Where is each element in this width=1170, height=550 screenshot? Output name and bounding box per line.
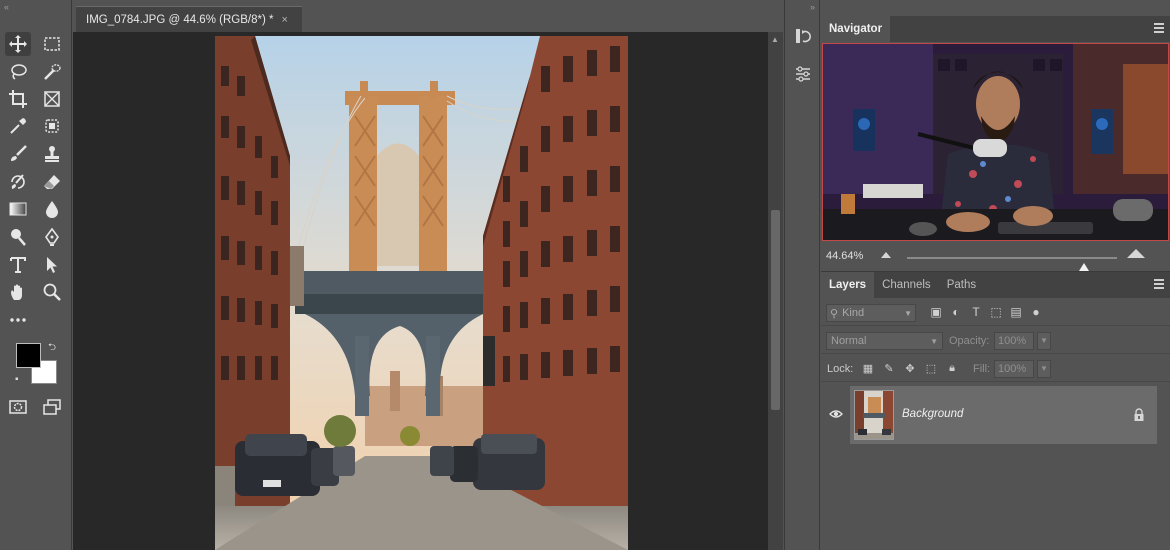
- dodge-icon[interactable]: [5, 225, 31, 249]
- marquee-icon[interactable]: [39, 32, 65, 56]
- more-tools-icon[interactable]: [5, 308, 31, 332]
- layer-row-background[interactable]: Background: [821, 385, 1170, 445]
- layers-tab-bar: Layers Channels Paths: [821, 272, 1170, 298]
- type-icon[interactable]: [5, 253, 31, 277]
- default-colors-icon[interactable]: ▪: [15, 374, 19, 385]
- tab-layers[interactable]: Layers: [821, 272, 875, 298]
- close-document-icon[interactable]: ×: [281, 14, 287, 26]
- tab-paths[interactable]: Paths: [939, 272, 984, 298]
- shape-filter-icon[interactable]: ⬚: [989, 305, 1003, 319]
- eyedropper-icon[interactable]: [5, 114, 31, 138]
- opacity-field[interactable]: 100%: [994, 332, 1034, 350]
- opacity-label: Opacity:: [949, 335, 990, 347]
- gradient-icon[interactable]: [5, 197, 31, 221]
- history-brush-icon[interactable]: [5, 170, 31, 194]
- search-icon: ⚲: [830, 307, 839, 320]
- foreground-color-swatch[interactable]: [16, 343, 41, 368]
- adjustment-filter-icon[interactable]: ◐: [949, 305, 963, 319]
- lock-artboard-icon[interactable]: ⬚: [924, 361, 938, 375]
- fill-dropdown-icon[interactable]: ▼: [1037, 360, 1051, 378]
- lock-all-icon[interactable]: 🔒︎: [945, 361, 959, 375]
- lock-icon: [1134, 408, 1144, 421]
- document-tab-bar: IMG_0784.JPG @ 44.6% (RGB/8*) * ×: [73, 6, 783, 32]
- fill-field[interactable]: 100%: [994, 360, 1034, 378]
- blend-mode-value: Normal: [831, 335, 867, 347]
- canvas-area[interactable]: [73, 32, 768, 550]
- lasso-icon[interactable]: [5, 60, 31, 84]
- zoom-in-icon[interactable]: [1127, 249, 1145, 258]
- brush-icon[interactable]: [5, 142, 31, 166]
- eye-icon[interactable]: [829, 407, 843, 421]
- tab-navigator[interactable]: Navigator: [821, 16, 891, 42]
- pen-icon[interactable]: [39, 225, 65, 249]
- canvas-vertical-scrollbar[interactable]: ▲: [768, 32, 783, 550]
- blend-mode-select[interactable]: Normal ▼: [826, 332, 943, 350]
- frame-icon[interactable]: [39, 87, 65, 111]
- pixel-filter-icon[interactable]: ▣: [929, 305, 943, 319]
- tab-channels[interactable]: Channels: [874, 272, 939, 298]
- blend-row: Normal ▼ Opacity: 100% ▼: [821, 328, 1170, 354]
- chevron-down-icon: ▼: [930, 336, 938, 346]
- zoom-icon[interactable]: [39, 280, 65, 304]
- quick-mask-icon[interactable]: [5, 395, 31, 419]
- lock-position-icon[interactable]: ✥: [903, 361, 917, 375]
- quick-selection-icon[interactable]: [39, 60, 65, 84]
- lock-label: Lock:: [827, 363, 854, 375]
- layer-item[interactable]: Background: [850, 386, 1157, 444]
- patch-icon[interactable]: [39, 114, 65, 138]
- navigator-menu-icon[interactable]: [1154, 23, 1164, 33]
- stamp-icon[interactable]: [39, 142, 65, 166]
- filter-kind-select[interactable]: ⚲ Kind ▼: [826, 304, 916, 322]
- tools-panel: « ⮌ ▪: [0, 0, 72, 550]
- opacity-dropdown-icon[interactable]: ▼: [1037, 332, 1051, 350]
- zoom-slider-handle[interactable]: [1079, 263, 1089, 271]
- screen-mode-icon[interactable]: [39, 395, 65, 419]
- adjustments-panel-icon[interactable]: [791, 62, 815, 86]
- filter-toggle-icon[interactable]: ●: [1029, 305, 1043, 319]
- navigator-thumbnail[interactable]: [822, 43, 1169, 241]
- history-panel-icon[interactable]: [791, 24, 815, 48]
- zoom-out-icon[interactable]: [881, 252, 891, 258]
- smart-object-filter-icon[interactable]: ▤: [1009, 305, 1023, 319]
- zoom-percentage-input[interactable]: 44.64%: [826, 250, 863, 262]
- filter-kind-label: Kind: [842, 307, 865, 319]
- move-icon[interactable]: [5, 32, 31, 56]
- hand-icon[interactable]: [5, 280, 31, 304]
- layer-filter-row: ⚲ Kind ▼ ▣ ◐ T ⬚ ▤ ●: [821, 300, 1170, 326]
- collapse-toolbar-icon[interactable]: «: [4, 2, 9, 12]
- eraser-icon[interactable]: [39, 170, 65, 194]
- document-tab-title: IMG_0784.JPG @ 44.6% (RGB/8*) *: [86, 13, 274, 26]
- navigator-tab-bar: Navigator: [821, 16, 1170, 42]
- layers-panel: Layers Channels Paths ⚲ Kind ▼ ▣ ◐ T ⬚ ▤…: [821, 271, 1170, 550]
- swap-colors-icon[interactable]: ⮌: [48, 340, 56, 357]
- blur-icon[interactable]: [39, 197, 65, 221]
- navigator-panel: Navigator 44.64%: [821, 16, 1170, 272]
- document-image[interactable]: [215, 36, 628, 550]
- lock-transparent-icon[interactable]: ▦: [861, 361, 875, 375]
- type-filter-icon[interactable]: T: [969, 305, 983, 319]
- layer-thumbnail: [854, 390, 894, 440]
- fill-label: Fill:: [973, 363, 991, 375]
- chevron-down-icon: ▼: [904, 308, 912, 318]
- path-selection-icon[interactable]: [39, 253, 65, 277]
- crop-icon[interactable]: [5, 87, 31, 111]
- photoshop-window: « ⮌ ▪ IMG_0784.JPG @ 44.6% (RGB/8*) * × …: [0, 0, 1170, 550]
- document-tab[interactable]: IMG_0784.JPG @ 44.6% (RGB/8*) * ×: [76, 6, 302, 32]
- layers-menu-icon[interactable]: [1154, 279, 1164, 289]
- expand-panels-icon[interactable]: »: [810, 2, 815, 12]
- lock-row: Lock: ▦ ✎ ✥ ⬚ 🔒︎ Fill: 100% ▼: [821, 356, 1170, 382]
- lock-image-icon[interactable]: ✎: [882, 361, 896, 375]
- scroll-up-icon[interactable]: ▲: [771, 35, 779, 44]
- zoom-slider[interactable]: [907, 257, 1117, 271]
- navigator-zoom-row: 44.64%: [821, 246, 1170, 271]
- scrollbar-thumb[interactable]: [771, 210, 780, 410]
- collapsed-panels-strip: »: [784, 0, 820, 550]
- layer-name[interactable]: Background: [902, 408, 963, 420]
